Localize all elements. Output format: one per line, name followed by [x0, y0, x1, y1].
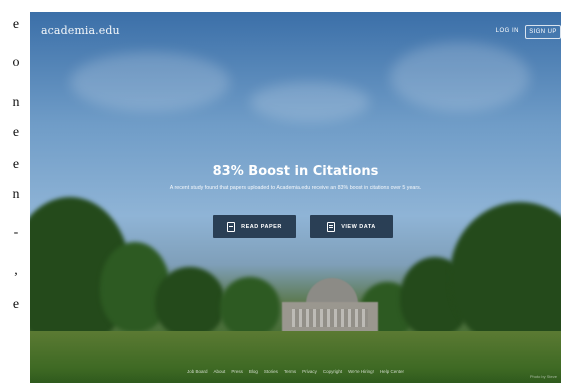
left-text-fragment: e — [12, 125, 20, 140]
left-page-edge: e o n e e n - , e — [0, 0, 30, 383]
data-sheet-icon — [327, 221, 336, 232]
view-data-label: VIEW DATA — [341, 223, 376, 230]
photo-credit: Photo by Steve — [529, 374, 557, 379]
tree — [450, 202, 561, 347]
left-text-fragment: e — [12, 297, 20, 312]
view-data-button[interactable]: VIEW DATA — [310, 215, 393, 238]
top-navigation: academia.edu LOG IN SIGN UP — [30, 12, 561, 46]
left-text-fragment: - — [13, 225, 19, 240]
tree — [155, 267, 225, 337]
footer-link-copyright[interactable]: Copyright — [323, 369, 342, 379]
footer-link-help-center[interactable]: Help Center — [380, 369, 404, 379]
signup-button[interactable]: SIGN UP — [525, 25, 561, 39]
cloud — [390, 42, 530, 112]
top-page-edge — [30, 0, 561, 12]
tree — [220, 277, 280, 337]
document-icon — [227, 221, 236, 232]
footer-link-stories[interactable]: Stories — [264, 369, 278, 379]
footer-links: Job Board About Press Blog Stories Terms… — [30, 369, 561, 379]
building-columns — [292, 309, 368, 327]
left-text-fragment: o — [12, 55, 20, 70]
hero-subtitle: A recent study found that papers uploade… — [169, 185, 422, 191]
footer-link-blog[interactable]: Blog — [249, 369, 258, 379]
footer-link-terms[interactable]: Terms — [284, 369, 296, 379]
read-paper-button[interactable]: READ PAPER — [213, 215, 296, 238]
read-paper-label: READ PAPER — [241, 223, 282, 230]
academia-logo[interactable]: academia.edu — [41, 24, 120, 37]
footer-link-about[interactable]: About — [214, 369, 226, 379]
footer-link-hiring[interactable]: We're Hiring! — [348, 369, 374, 379]
footer-link-privacy[interactable]: Privacy — [302, 369, 317, 379]
left-text-fragment: e — [12, 17, 20, 32]
left-text-fragment: , — [14, 263, 18, 278]
academia-homepage: academia.edu LOG IN SIGN UP 83% Boost in… — [30, 12, 561, 383]
footer-link-job-board[interactable]: Job Board — [187, 369, 208, 379]
cloud — [70, 52, 230, 112]
hero-title: 83% Boost in Citations — [212, 164, 379, 179]
left-text-fragment: n — [12, 95, 20, 110]
left-text-fragment: n — [12, 187, 20, 202]
cloud — [250, 82, 370, 122]
login-link[interactable]: LOG IN — [496, 28, 519, 34]
left-text-fragment: e — [12, 157, 20, 172]
footer-link-press[interactable]: Press — [231, 369, 243, 379]
